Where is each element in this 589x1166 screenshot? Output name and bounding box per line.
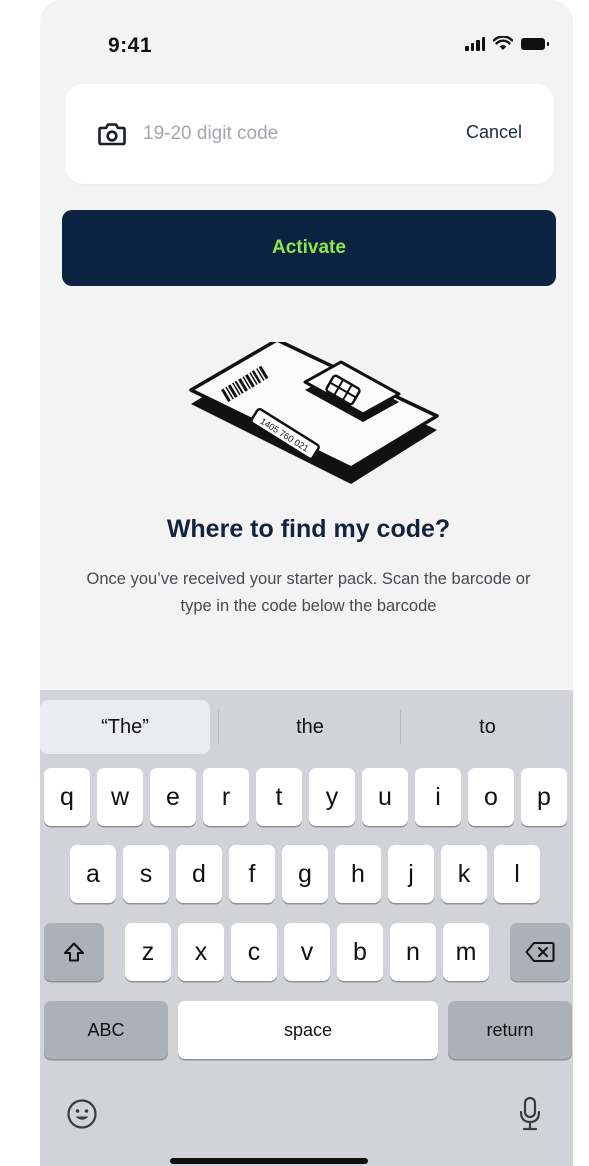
suggestion-2[interactable]: the xyxy=(220,700,400,754)
delete-key[interactable] xyxy=(510,923,570,981)
suggestion-divider xyxy=(400,710,401,744)
key-r[interactable]: r xyxy=(203,768,249,826)
code-entry-card: Cancel xyxy=(65,84,554,184)
key-v[interactable]: v xyxy=(284,923,330,981)
key-s[interactable]: s xyxy=(123,845,169,903)
return-key[interactable]: return xyxy=(448,1001,572,1059)
key-j[interactable]: j xyxy=(388,845,434,903)
sim-card-illustration: 1405 760 021 xyxy=(189,342,439,484)
space-key[interactable]: space xyxy=(178,1001,438,1059)
microphone-icon[interactable] xyxy=(518,1096,542,1132)
suggestion-1[interactable]: “The” xyxy=(40,700,210,754)
camera-icon[interactable] xyxy=(98,122,126,146)
key-t[interactable]: t xyxy=(256,768,302,826)
key-d[interactable]: d xyxy=(176,845,222,903)
key-i[interactable]: i xyxy=(415,768,461,826)
suggestion-3[interactable]: to xyxy=(402,700,573,754)
key-c[interactable]: c xyxy=(231,923,277,981)
key-z[interactable]: z xyxy=(125,923,171,981)
phone-screen: 9:41 Cancel Activate xyxy=(40,0,573,1166)
key-o[interactable]: o xyxy=(468,768,514,826)
key-w[interactable]: w xyxy=(97,768,143,826)
cellular-signal-icon xyxy=(465,36,485,51)
key-n[interactable]: n xyxy=(390,923,436,981)
shift-key[interactable] xyxy=(44,923,104,981)
activate-button[interactable]: Activate xyxy=(62,210,556,286)
key-f[interactable]: f xyxy=(229,845,275,903)
key-m[interactable]: m xyxy=(443,923,489,981)
key-y[interactable]: y xyxy=(309,768,355,826)
code-input[interactable] xyxy=(143,120,423,148)
key-e[interactable]: e xyxy=(150,768,196,826)
help-description: Once you’ve received your starter pack. … xyxy=(86,570,531,615)
suggestion-bar: “The” the to xyxy=(40,690,573,756)
key-g[interactable]: g xyxy=(282,845,328,903)
key-p[interactable]: p xyxy=(521,768,567,826)
suggestion-divider xyxy=(218,710,219,744)
key-l[interactable]: l xyxy=(494,845,540,903)
key-h[interactable]: h xyxy=(335,845,381,903)
backspace-icon xyxy=(525,942,555,962)
key-x[interactable]: x xyxy=(178,923,224,981)
abc-key[interactable]: ABC xyxy=(44,1001,168,1059)
key-k[interactable]: k xyxy=(441,845,487,903)
wifi-icon xyxy=(493,36,513,50)
status-time: 9:41 xyxy=(108,34,153,57)
key-u[interactable]: u xyxy=(362,768,408,826)
home-indicator xyxy=(170,1158,368,1164)
help-title: Where to find my code? xyxy=(166,515,451,543)
key-a[interactable]: a xyxy=(70,845,116,903)
emoji-icon[interactable] xyxy=(66,1098,98,1130)
keyboard: “The” the to q w e r t y u i o p a s d f… xyxy=(40,690,573,1166)
key-b[interactable]: b xyxy=(337,923,383,981)
key-q[interactable]: q xyxy=(44,768,90,826)
battery-icon xyxy=(521,37,549,50)
status-icons xyxy=(465,36,549,51)
cancel-button[interactable]: Cancel xyxy=(466,122,522,143)
shift-icon xyxy=(64,942,84,962)
